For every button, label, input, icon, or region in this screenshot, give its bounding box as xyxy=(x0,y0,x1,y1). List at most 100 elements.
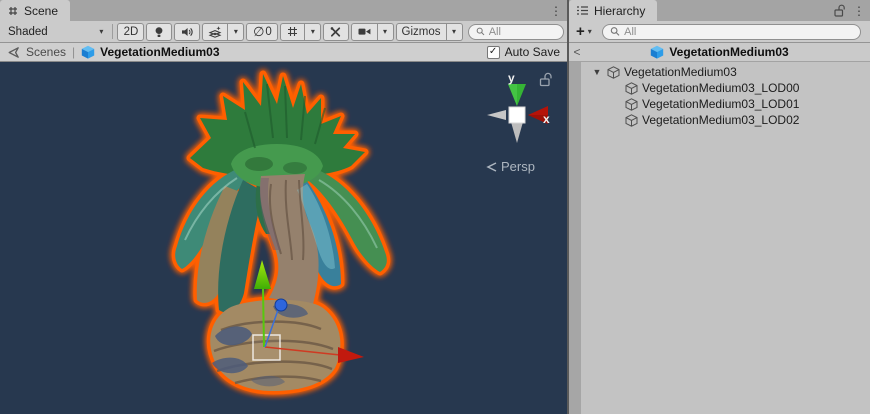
effects-toggle-button[interactable] xyxy=(202,23,228,41)
hierarchy-list-icon xyxy=(576,5,589,16)
shading-mode-dropdown[interactable]: Shaded ▾ xyxy=(3,23,108,41)
speaker-icon xyxy=(180,25,194,39)
chevron-down-icon: ▾ xyxy=(588,28,592,36)
breadcrumb-scenes[interactable]: Scenes xyxy=(26,45,66,59)
lighting-toggle-button[interactable] xyxy=(146,23,172,41)
effects-layers-icon xyxy=(208,25,222,39)
shading-mode-label: Shaded xyxy=(8,26,48,38)
hierarchy-panel: Hierarchy ⋮ + ▾ xyxy=(569,0,870,414)
prefab-cube-icon xyxy=(81,45,95,59)
hierarchy-item-label: VegetationMedium03_LOD02 xyxy=(642,113,799,127)
scene-panel: Scene ⋮ Shaded ▾ 2D xyxy=(0,0,567,414)
2d-toggle-button[interactable]: 2D xyxy=(117,23,144,41)
auto-save-label: Auto Save xyxy=(505,45,560,59)
wire-cube-icon xyxy=(625,98,638,111)
wire-cube-icon xyxy=(625,82,638,95)
prefab-cube-icon xyxy=(650,45,664,59)
axis-x-label: x xyxy=(543,112,550,126)
axis-cube-center[interactable] xyxy=(509,107,525,123)
viewport-lock-icon[interactable] xyxy=(539,72,553,87)
chevron-down-icon: ▾ xyxy=(99,28,103,36)
unity-editor-window: Scene ⋮ Shaded ▾ 2D xyxy=(0,0,870,414)
scene-tab-label: Scene xyxy=(24,4,58,18)
hierarchy-search-input[interactable] xyxy=(624,26,853,38)
isolation-title-label: VegetationMedium03 xyxy=(669,45,788,59)
hierarchy-search-field[interactable] xyxy=(602,24,861,40)
hierarchy-item-label: VegetationMedium03_LOD00 xyxy=(642,81,799,95)
hierarchy-item-lod00[interactable]: VegetationMedium03_LOD00 xyxy=(581,80,870,96)
persp-cone-icon xyxy=(486,162,498,172)
editor-tools-button[interactable] xyxy=(323,23,348,41)
chevron-down-icon: ▾ xyxy=(383,28,387,36)
hierarchy-item-label: VegetationMedium03_LOD01 xyxy=(642,97,799,111)
camera-icon xyxy=(357,25,372,38)
gizmos-button[interactable]: Gizmos xyxy=(396,23,447,41)
hierarchy-item-lod01[interactable]: VegetationMedium03_LOD01 xyxy=(581,96,870,112)
audio-toggle-button[interactable] xyxy=(174,23,200,41)
scene-viewport[interactable]: y x Persp xyxy=(0,62,567,414)
back-button[interactable]: < xyxy=(569,45,585,59)
hierarchy-item-label: VegetationMedium03 xyxy=(624,65,737,79)
plus-icon: + xyxy=(576,24,585,39)
tools-icon xyxy=(329,25,342,39)
isolation-title: VegetationMedium03 xyxy=(569,45,870,59)
move-gizmo-y-arrow[interactable] xyxy=(254,260,271,289)
gizmos-button-group: Gizmos ▾ xyxy=(396,23,463,41)
effects-button-group: ▾ xyxy=(202,23,244,41)
grid-dropdown-button[interactable]: ▾ xyxy=(305,23,321,41)
scenes-back-icon[interactable] xyxy=(7,46,20,59)
camera-button-group: ▾ xyxy=(351,23,394,41)
scene-visibility-button[interactable]: ∅ 0 xyxy=(246,23,278,41)
toolbar-separator xyxy=(112,24,113,39)
chevron-down-icon: ▾ xyxy=(234,28,238,36)
gizmos-label: Gizmos xyxy=(402,26,441,38)
breadcrumb-current[interactable]: VegetationMedium03 xyxy=(81,45,219,59)
scene-camera-button[interactable] xyxy=(351,23,378,41)
tab-hierarchy[interactable]: Hierarchy xyxy=(569,0,657,21)
axis-cone-gray-down[interactable] xyxy=(511,122,523,143)
hierarchy-menu-icon[interactable]: ⋮ xyxy=(853,5,865,17)
foldout-icon[interactable]: ▼ xyxy=(591,68,603,77)
check-icon: ✓ xyxy=(489,47,497,57)
wire-cube-icon xyxy=(625,114,638,127)
scene-search-field[interactable] xyxy=(468,24,564,40)
prefab-breadcrumb-bar: Scenes | VegetationMedium03 ✓ Auto Save xyxy=(0,43,567,62)
tree-model[interactable] xyxy=(175,74,387,391)
breadcrumb-current-label: VegetationMedium03 xyxy=(100,45,219,59)
camera-dropdown-button[interactable]: ▾ xyxy=(378,23,394,41)
chevron-down-icon: ▾ xyxy=(311,28,315,36)
breadcrumb-separator: | xyxy=(72,45,75,59)
axis-y-label: y xyxy=(508,71,515,85)
unlocked-icon[interactable] xyxy=(834,4,846,17)
2d-label: 2D xyxy=(124,26,139,38)
move-gizmo-z-handle[interactable] xyxy=(275,299,287,311)
projection-label: Persp xyxy=(501,159,535,174)
tab-scene[interactable]: Scene xyxy=(0,0,70,21)
hierarchy-item-lod02[interactable]: VegetationMedium03_LOD02 xyxy=(581,112,870,128)
lightbulb-icon xyxy=(152,25,166,39)
hierarchy-gutter xyxy=(569,62,581,414)
prefab-isolation-header: < VegetationMedium03 xyxy=(569,43,870,62)
hierarchy-tabbar: Hierarchy ⋮ xyxy=(569,0,870,21)
grid-icon xyxy=(286,25,299,38)
hierarchy-toolbar: + ▾ xyxy=(569,21,870,43)
hierarchy-item-root[interactable]: ▼ VegetationMedium03 xyxy=(581,64,870,80)
auto-save-checkbox[interactable]: ✓ xyxy=(487,46,500,59)
scene-menu-icon[interactable]: ⋮ xyxy=(550,5,562,17)
grid-button-group: ▾ xyxy=(280,23,321,41)
hierarchy-tab-label: Hierarchy xyxy=(594,4,645,18)
effects-dropdown-button[interactable]: ▾ xyxy=(228,23,244,41)
move-gizmo-x-arrow[interactable] xyxy=(338,347,364,363)
grid-visibility-button[interactable] xyxy=(280,23,305,41)
scene-search-input[interactable] xyxy=(489,26,556,38)
chevron-down-icon: ▾ xyxy=(452,28,456,36)
axis-cone-gray-left[interactable] xyxy=(487,110,506,120)
gizmos-dropdown-button[interactable]: ▾ xyxy=(447,23,463,41)
eye-slash-icon: ∅ xyxy=(253,24,264,40)
hierarchy-tree: ▼ VegetationMedium03 VegetationMedium03_… xyxy=(569,62,870,414)
projection-toggle[interactable]: Persp xyxy=(486,159,535,174)
search-icon xyxy=(610,26,620,37)
scene-tabbar: Scene ⋮ xyxy=(0,0,567,21)
create-object-button[interactable]: + ▾ xyxy=(572,24,596,39)
wire-cube-icon xyxy=(607,66,620,79)
